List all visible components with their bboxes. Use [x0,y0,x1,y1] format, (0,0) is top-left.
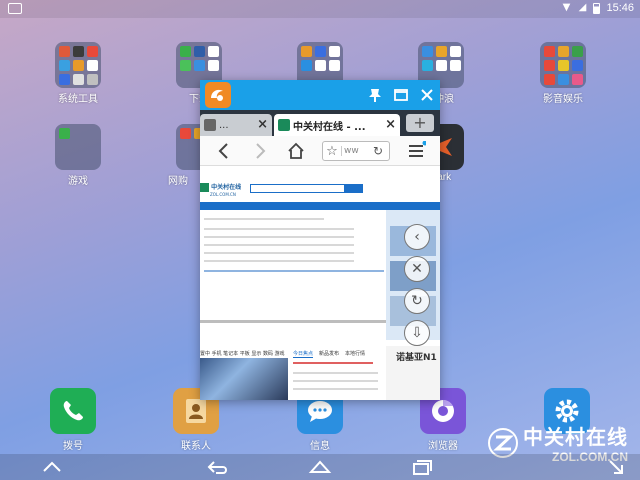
forward-icon[interactable] [250,141,270,161]
news-tab[interactable]: 新品发布 [319,350,339,358]
text-line [293,388,378,390]
news-tab[interactable]: 今日焦点 [293,350,314,358]
gallery-notification-icon [8,3,22,14]
battery-icon [593,2,601,14]
tab-close-icon[interactable]: × [257,117,268,132]
site-logo[interactable]: 中关村在线 [200,182,241,192]
text-line [204,218,324,220]
floating-browser-window[interactable]: ... × 中关村在线 - ... × + ☆ ww ↻ 中关村在线 ZOL.C… [200,80,440,400]
dock-label-contacts: 联系人 [181,441,211,452]
home-nav-icon[interactable] [308,458,332,476]
text-line [204,252,354,254]
headline[interactable] [293,362,373,364]
pin-icon[interactable] [366,86,384,104]
promo-title: 诺基亚N1 [396,353,437,363]
back-nav-icon[interactable] [206,458,230,476]
text-line [204,228,354,230]
bookmark-star-icon[interactable]: ☆ [323,144,341,159]
folder-label-games: 游戏 [68,176,88,187]
url-text: ww [341,146,373,156]
zol-favicon-icon [278,119,290,131]
status-clock: 15:46 [606,2,634,14]
back-icon[interactable] [214,141,234,161]
window-title-bar[interactable] [200,80,440,110]
news-tabs: 今日焦点 新品发布 本地行情 [293,350,365,358]
tab-background[interactable]: ... × [200,114,272,136]
navigation-bar [0,454,640,480]
site-search-button[interactable] [345,184,363,193]
watermark-brand: 中关村在线 [523,425,628,449]
tab-zol[interactable]: 中关村在线 - ... × [274,114,400,136]
folder-system-tools[interactable] [55,42,101,88]
site-logo-sub: ZOL.COM.CN [210,192,236,197]
uc-browser-logo-icon [205,82,231,108]
address-bar[interactable]: ☆ ww ↻ [322,141,390,161]
refresh-icon[interactable]: ↻ [373,144,389,158]
site-nav-bar[interactable] [200,202,440,210]
phone-icon[interactable] [50,388,96,434]
text-line [293,372,378,374]
dock-label-phone: 拨号 [63,441,83,452]
featured-news-image[interactable] [200,358,288,400]
menu-icon[interactable] [406,140,428,161]
dock-label-message: 信息 [310,441,330,452]
web-page-content[interactable]: 中关村在线 ZOL.COM.CN 置中 手机 笔记本 平板 显示 数码 游戏 今… [200,166,440,400]
status-bar: ▼ ◢ 15:46 [0,0,640,18]
home-icon[interactable] [286,141,306,161]
wifi-icon: ▼ [562,2,571,13]
tab-title: 中关村在线 - ... [293,121,366,133]
tab-strip: ... × 中关村在线 - ... × + [200,110,440,136]
tab-close-icon[interactable]: × [385,117,396,132]
text-line [204,236,354,238]
tab-title: ... [219,119,229,131]
news-tab[interactable]: 本地行情 [345,350,365,358]
dock-label-browser: 浏览器 [428,441,458,452]
folder-label-shopping: 网购 [168,176,188,187]
new-tab-button[interactable]: + [406,114,434,132]
reload-icon[interactable]: ↻ [404,288,430,314]
close-page-icon[interactable]: ✕ [404,256,430,282]
status-icons: ▼ ◢ 15:46 [561,2,634,14]
maximize-icon[interactable] [392,86,410,104]
folder-games[interactable] [55,124,101,170]
download-icon[interactable]: ⇩ [404,320,430,346]
horizontal-scrollbar[interactable] [200,320,386,323]
text-line [204,244,354,246]
text-line [204,260,354,262]
recents-nav-icon[interactable] [410,458,434,476]
notification-arrow-icon[interactable] [604,458,628,476]
hide-keyboard-icon[interactable] [40,458,64,476]
folder-label-media: 影音娱乐 [543,94,583,105]
browser-toolbar: ☆ ww ↻ [200,136,440,166]
folder-label-system-tools: 系统工具 [58,94,98,105]
page-favicon-icon [204,119,216,131]
site-search-box[interactable] [250,184,345,193]
page-back-icon[interactable]: ‹ [404,224,430,250]
close-icon[interactable] [418,86,436,104]
signal-icon: ◢ [578,2,587,13]
text-line [204,270,384,272]
folder-media[interactable] [540,42,586,88]
zol-logo-icon [200,183,209,192]
channel-links[interactable]: 置中 手机 笔记本 平板 显示 数码 游戏 [200,350,285,357]
text-line [293,380,378,382]
